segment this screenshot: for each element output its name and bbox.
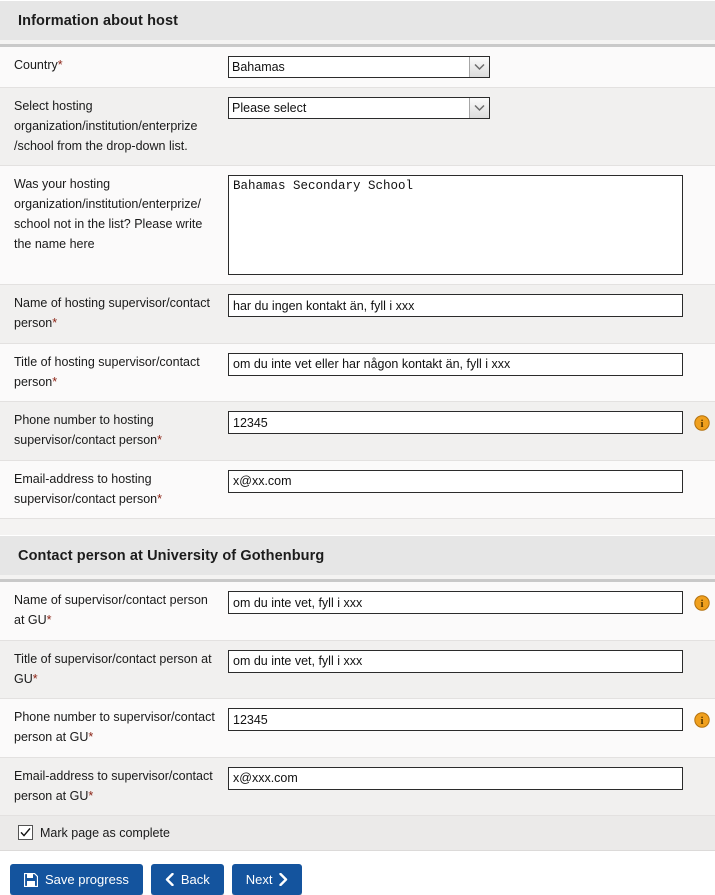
back-label: Back (180, 872, 210, 888)
text-input[interactable] (228, 766, 683, 790)
required-asterisk: * (46, 613, 52, 627)
field-control: Please select (228, 88, 715, 128)
svg-text:i: i (700, 418, 703, 430)
required-asterisk: * (52, 374, 58, 389)
text-input[interactable] (228, 469, 683, 493)
save-progress-button[interactable]: Save progress (10, 864, 143, 895)
mark-complete-checkbox[interactable] (18, 825, 33, 841)
form-row: Email-address to supervisor/contact pers… (0, 757, 715, 817)
field-control (228, 166, 715, 284)
form-row: Phone number to hosting supervisor/conta… (0, 402, 715, 461)
required-asterisk: * (88, 788, 94, 803)
select-wrapper: Bahamas (228, 56, 490, 78)
section-header-host: Information about host (0, 0, 715, 40)
field-control (228, 461, 715, 502)
svg-text:i: i (700, 715, 703, 727)
mark-complete-label: Mark page as complete (40, 825, 170, 840)
info-icon[interactable]: i (694, 712, 710, 728)
field-label: Title of hosting supervisor/contact pers… (14, 354, 200, 389)
save-progress-label: Save progress (45, 872, 129, 888)
back-button[interactable]: Back (150, 864, 224, 895)
text-input[interactable] (228, 649, 683, 673)
form-button-bar: Save progress Back Next (0, 851, 715, 895)
form-row: Title of supervisor/contact person at GU… (0, 640, 715, 700)
field-control (228, 641, 715, 682)
required-asterisk: * (57, 58, 63, 72)
form-page: Information about host Country* Bahamas Se… (0, 0, 715, 895)
field-label: Select hosting organization/institution/… (14, 99, 198, 153)
section-header-gu: Contact person at University of Gothenbu… (0, 535, 715, 576)
form-row: Country* Bahamas (0, 47, 715, 88)
text-input[interactable] (228, 294, 683, 318)
field-label: Was your hosting organization/institutio… (14, 177, 203, 251)
section-gap (0, 519, 715, 536)
floppy-disk-icon (24, 872, 38, 887)
mark-complete-bar[interactable]: Mark page as complete (0, 816, 715, 852)
section-title: Information about host (18, 12, 179, 29)
form-row: Select hosting organization/institution/… (0, 88, 715, 167)
field-label: Phone number to hosting supervisor/conta… (14, 413, 163, 447)
select-wrapper: Please select (228, 97, 490, 119)
dropdown-select[interactable]: Bahamas (228, 56, 490, 78)
dropdown-select[interactable]: Please select (228, 97, 490, 119)
text-input[interactable] (228, 708, 683, 732)
text-input[interactable] (228, 591, 683, 615)
form-row: Email-address to hosting supervisor/cont… (0, 460, 715, 520)
form-row: Name of hosting supervisor/contact perso… (0, 285, 715, 344)
required-asterisk: * (52, 316, 58, 330)
info-icon[interactable]: i (694, 415, 710, 431)
field-control: i (228, 699, 715, 740)
field-control: i (228, 582, 715, 623)
field-control (228, 758, 715, 799)
field-label: Email-address to hosting supervisor/cont… (14, 471, 163, 506)
field-control: Bahamas (228, 47, 715, 87)
form-row: Name of supervisor/contact person at GU*… (0, 582, 715, 641)
required-asterisk: * (32, 671, 38, 686)
text-input[interactable] (228, 352, 683, 376)
section-title: Contact person at University of Gothenbu… (18, 547, 325, 564)
field-control (228, 285, 715, 326)
field-control: i (228, 402, 715, 443)
field-label: Name of supervisor/contact person at GU* (14, 593, 208, 627)
required-asterisk: * (157, 491, 163, 506)
field-label: Country* (14, 58, 63, 72)
checkmark-icon (20, 828, 31, 837)
header-divider-1 (0, 40, 715, 47)
header-divider-2 (0, 575, 715, 583)
next-button[interactable]: Next (231, 864, 303, 895)
text-input[interactable] (228, 411, 683, 435)
chevron-left-icon (165, 873, 174, 887)
field-label: Title of supervisor/contact person at GU… (14, 651, 212, 686)
chevron-right-icon (279, 873, 288, 887)
info-icon[interactable]: i (694, 595, 710, 611)
field-label: Email-address to supervisor/contact pers… (14, 768, 213, 803)
field-label: Phone number to supervisor/contact perso… (14, 710, 215, 744)
required-asterisk: * (88, 730, 94, 744)
form-rows-host: Country* Bahamas Select hosting organizati… (0, 47, 715, 520)
svg-text:i: i (700, 598, 703, 610)
text-area[interactable] (228, 175, 683, 276)
next-label: Next (245, 872, 273, 888)
field-label: Name of hosting supervisor/contact perso… (14, 296, 210, 330)
form-row: Title of hosting supervisor/contact pers… (0, 343, 715, 403)
form-row: Phone number to supervisor/contact perso… (0, 699, 715, 758)
field-control (228, 344, 715, 385)
form-rows-gu: Name of supervisor/contact person at GU*… (0, 582, 715, 817)
required-asterisk: * (157, 433, 163, 447)
form-row: Was your hosting organization/institutio… (0, 166, 715, 286)
